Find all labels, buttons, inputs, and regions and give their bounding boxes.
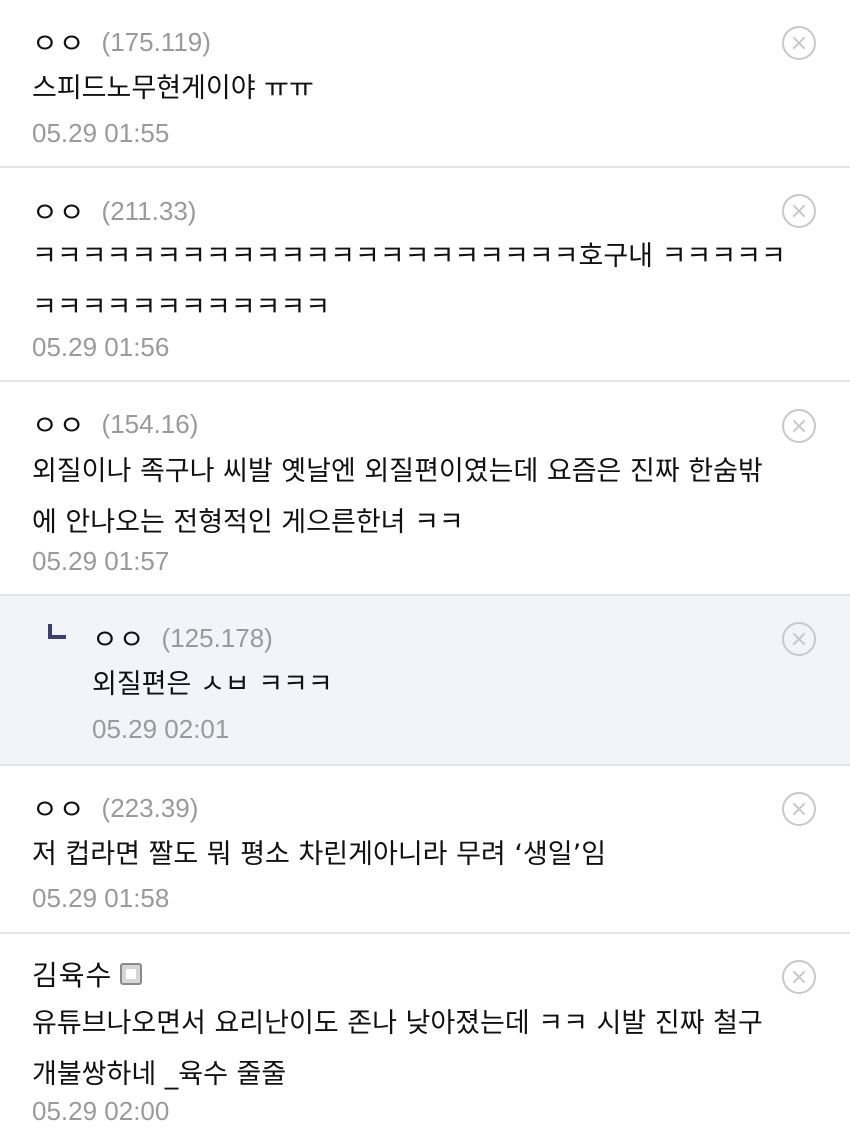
comment-date: 05.29 01:57: [32, 546, 170, 576]
comment-header: ㅇㅇ (223.39): [32, 788, 198, 828]
comment-nickname[interactable]: ㅇㅇ: [32, 191, 86, 231]
comment-date: 05.29 02:00: [32, 1096, 170, 1126]
comment-text: 외질이나 족구나 씨발 옛날엔 외질편이였는데 요즘은 진짜 한숨밖 에 안나오…: [32, 456, 763, 538]
comment-text: 유튜브나오면서 요리난이도 존나 낮아졌는데 ㅋㅋ 시발 진짜 철구 개불쌍하네…: [32, 1008, 763, 1090]
comment-item: ㅇㅇ (211.33) ㅋㅋㅋㅋㅋㅋㅋㅋㅋㅋㅋㅋㅋㅋㅋㅋㅋㅋㅋㅋㅋㅋ호구내 ㅋㅋ…: [0, 168, 850, 382]
comment-header: ㅇㅇ (211.33): [32, 191, 196, 231]
comment-text: 스피드노무현게이야 ㅠㅠ: [32, 73, 314, 104]
comment-ip: (211.33): [101, 195, 197, 226]
comment-header: ㅇㅇ (125.178): [92, 618, 273, 658]
comment-header: ㅇㅇ (154.16): [32, 404, 198, 444]
comment-item: ㅇㅇ (154.16) 외질이나 족구나 씨발 옛날엔 외질편이였는데 요즘은 …: [0, 382, 850, 596]
delete-comment-icon[interactable]: [782, 960, 816, 994]
comment-item: ㅇㅇ (223.39) 저 컵라면 짤도 뭐 평소 차린게아니라 무려 ‘생일’…: [0, 766, 850, 934]
comment-ip: (175.119): [101, 26, 211, 57]
comment-nickname[interactable]: ㅇㅇ: [32, 404, 86, 444]
comment-date: 05.29 01:58: [32, 883, 170, 913]
delete-comment-icon[interactable]: [782, 409, 816, 443]
comment-nickname[interactable]: ㅇㅇ: [32, 22, 86, 62]
comment-ip: (223.39): [101, 792, 199, 823]
comment-ip: (154.16): [101, 408, 199, 439]
comment-item: ㅇㅇ (175.119) 스피드노무현게이야 ㅠㅠ 05.29 01:55: [0, 0, 850, 168]
delete-comment-icon[interactable]: [782, 26, 816, 60]
comment-text: 저 컵라면 짤도 뭐 평소 차린게아니라 무려 ‘생일’임: [32, 839, 607, 870]
fixed-member-icon: [120, 963, 143, 985]
comment-nickname[interactable]: ㅇㅇ: [32, 788, 86, 828]
comment-nickname[interactable]: 김육수: [32, 954, 112, 994]
comment-date: 05.29 02:01: [92, 714, 230, 744]
comment-header: ㅇㅇ (175.119): [32, 22, 211, 62]
comment-item: 김육수 유튜브나오면서 요리난이도 존나 낮아졌는데 ㅋㅋ 시발 진짜 철구 개…: [0, 934, 850, 1136]
comment-text: ㅋㅋㅋㅋㅋㅋㅋㅋㅋㅋㅋㅋㅋㅋㅋㅋㅋㅋㅋㅋㅋㅋ호구내 ㅋㅋㅋㅋㅋ ㅋㅋㅋㅋㅋㅋㅋㅋ…: [32, 241, 786, 323]
comment-date: 05.29 01:55: [32, 118, 170, 148]
delete-comment-icon[interactable]: [782, 622, 816, 656]
comment-nickname[interactable]: ㅇㅇ: [92, 618, 146, 658]
reply-comment-item: ㅇㅇ (125.178) 외질편은 ㅅㅂ ㅋㅋㅋ 05.29 02:01: [0, 596, 850, 766]
delete-comment-icon[interactable]: [782, 792, 816, 826]
delete-comment-icon[interactable]: [782, 194, 816, 228]
comment-text: 외질편은 ㅅㅂ ㅋㅋㅋ: [92, 669, 333, 700]
comment-ip: (125.178): [161, 622, 273, 653]
reply-arrow-icon: [48, 624, 66, 639]
comment-date: 05.29 01:56: [32, 332, 170, 362]
comment-header: 김육수: [32, 954, 143, 994]
